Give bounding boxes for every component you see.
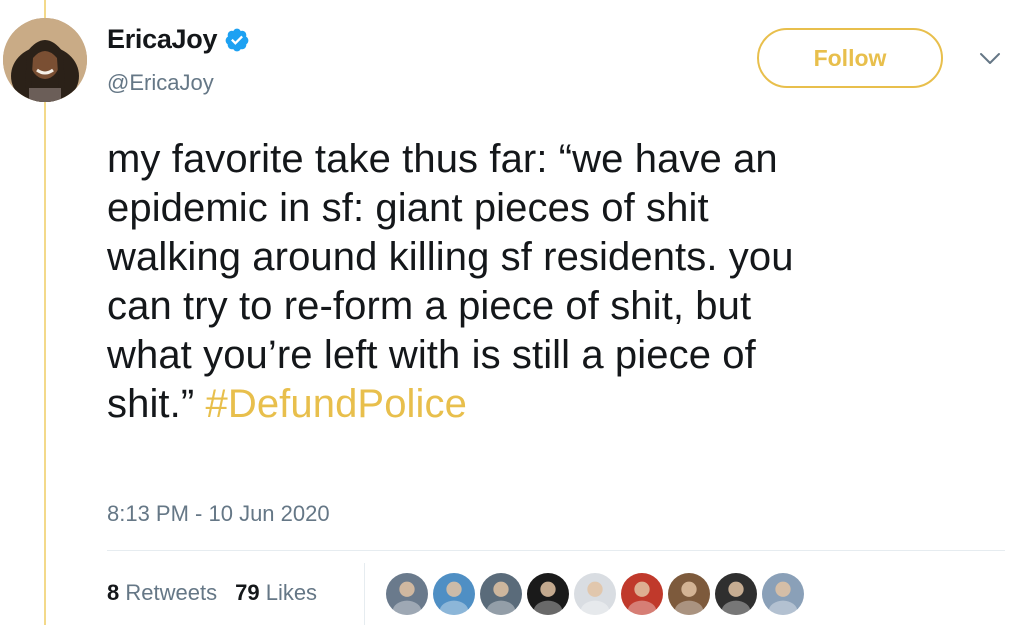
author-avatar[interactable]: [3, 18, 87, 102]
hashtag-link[interactable]: #DefundPolice: [206, 382, 467, 426]
likes-count: 79: [235, 580, 260, 605]
engagement-stats: 8 Retweets 79 Likes: [107, 580, 317, 606]
liker-avatar[interactable]: [714, 572, 758, 616]
retweets-count: 8: [107, 580, 120, 605]
liker-avatar[interactable]: [761, 572, 805, 616]
liker-avatar[interactable]: [385, 572, 429, 616]
verified-badge-icon: [225, 28, 249, 51]
liker-avatar[interactable]: [667, 572, 711, 616]
tweet-text-line: epidemic in sf: giant pieces of shit: [107, 186, 709, 230]
tweet-text-line: what you’re left with is still a piece o…: [107, 333, 756, 377]
liker-avatar[interactable]: [432, 572, 476, 616]
tweet-text-fragment: shit.”: [107, 382, 206, 426]
liker-avatar[interactable]: [479, 572, 523, 616]
tweet-timestamp[interactable]: 8:13 PM - 10 Jun 2020: [107, 501, 330, 527]
retweets-label: Retweets: [125, 580, 218, 605]
retweets-stat[interactable]: 8 Retweets: [107, 580, 217, 606]
divider: [107, 550, 1005, 551]
author-name-row: EricaJoy: [107, 24, 250, 55]
follow-button[interactable]: Follow: [757, 28, 943, 88]
liker-avatar[interactable]: [620, 572, 664, 616]
tweet-text-line: my favorite take thus far: “we have an: [107, 137, 778, 181]
tweet-text: my favorite take thus far: “we have an e…: [107, 135, 997, 429]
liker-avatars: [385, 572, 805, 616]
stats-divider: [364, 563, 365, 625]
tweet-text-last-line: shit.” #DefundPolice: [107, 380, 997, 429]
tweet-text-line: can try to re-form a piece of shit, but: [107, 284, 752, 328]
liker-avatar[interactable]: [526, 572, 570, 616]
likes-stat[interactable]: 79 Likes: [235, 580, 317, 606]
liker-avatar[interactable]: [573, 572, 617, 616]
tweet-text-line: walking around killing sf residents. you: [107, 235, 794, 279]
likes-label: Likes: [265, 580, 318, 605]
author-display-name[interactable]: EricaJoy: [107, 24, 217, 55]
chevron-down-icon[interactable]: [978, 50, 1002, 68]
author-handle[interactable]: @EricaJoy: [107, 70, 214, 96]
